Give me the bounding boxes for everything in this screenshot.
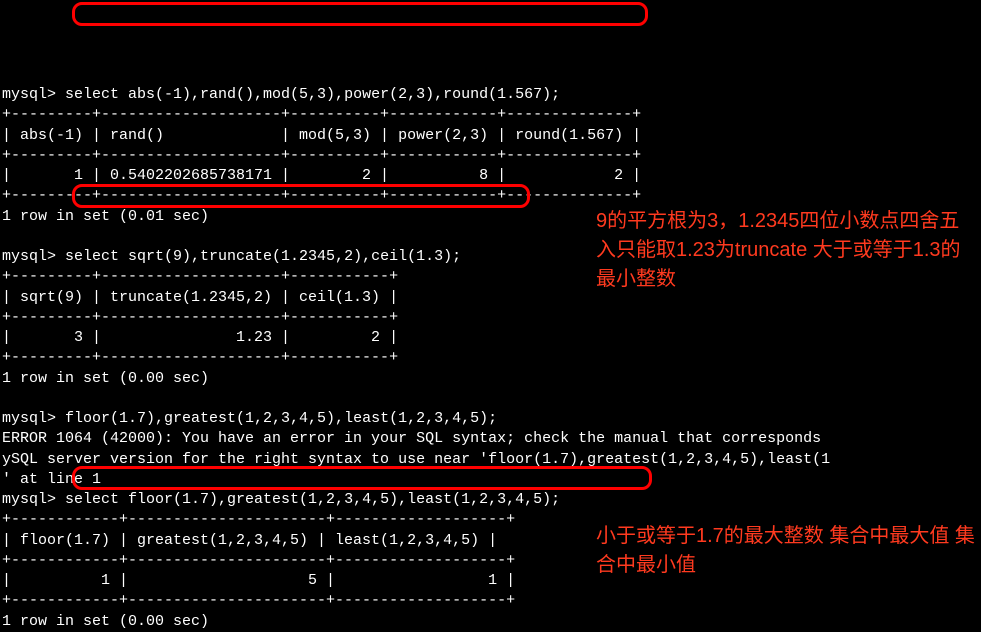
query3-status: 1 row in set (0.00 sec) <box>2 613 209 630</box>
query3-sep-mid: +------------+----------------------+---… <box>2 552 515 569</box>
error-cmd: floor(1.7),greatest(1,2,3,4,5),least(1,2… <box>56 410 497 427</box>
query1-sep-top: +---------+--------------------+--------… <box>2 106 641 123</box>
query1-cmd: select abs(-1),rand(),mod(5,3),power(2,3… <box>56 86 560 103</box>
query1-status: 1 row in set (0.01 sec) <box>2 208 209 225</box>
query1-sep-bot: +---------+--------------------+--------… <box>2 187 641 204</box>
query3-data-row: | 1 | 5 | 1 | <box>2 572 515 589</box>
query2-cmd: select sqrt(9),truncate(1.2345,2),ceil(1… <box>56 248 461 265</box>
query3-sep-top: +------------+----------------------+---… <box>2 511 515 528</box>
mysql-prompt[interactable]: mysql> <box>2 86 56 103</box>
query2-header-row: | sqrt(9) | truncate(1.2345,2) | ceil(1.… <box>2 289 398 306</box>
query3-cmd: select floor(1.7),greatest(1,2,3,4,5),le… <box>56 491 560 508</box>
error-line-3: ' at line 1 <box>2 471 101 488</box>
annotation-sqrt-truncate-ceil: 9的平方根为3，1.2345四位小数点四舍五入只能取1.23为truncate … <box>596 207 976 294</box>
query2-data-row: | 3 | 1.23 | 2 | <box>2 329 398 346</box>
query1-header-row: | abs(-1) | rand() | mod(5,3) | power(2,… <box>2 127 641 144</box>
query2-status: 1 row in set (0.00 sec) <box>2 370 209 387</box>
query1-data-row: | 1 | 0.5402202685738171 | 2 | 8 | 2 | <box>2 167 641 184</box>
query1-sep-mid: +---------+--------------------+--------… <box>2 147 641 164</box>
highlight-box-query1 <box>72 2 648 26</box>
error-line-2: ySQL server version for the right syntax… <box>2 451 830 468</box>
mysql-prompt[interactable]: mysql> <box>2 491 56 508</box>
mysql-prompt[interactable]: mysql> <box>2 410 56 427</box>
mysql-prompt[interactable]: mysql> <box>2 248 56 265</box>
query2-sep-mid: +---------+--------------------+--------… <box>2 309 398 326</box>
query3-header-row: | floor(1.7) | greatest(1,2,3,4,5) | lea… <box>2 532 497 549</box>
highlight-box-query3 <box>72 466 652 490</box>
query2-sep-bot: +---------+--------------------+--------… <box>2 349 398 366</box>
error-line-1: ERROR 1064 (42000): You have an error in… <box>2 430 830 447</box>
annotation-floor-greatest-least: 小于或等于1.7的最大整数 集合中最大值 集合中最小值 <box>596 522 976 580</box>
query2-sep-top: +---------+--------------------+--------… <box>2 268 398 285</box>
query3-sep-bot: +------------+----------------------+---… <box>2 592 515 609</box>
